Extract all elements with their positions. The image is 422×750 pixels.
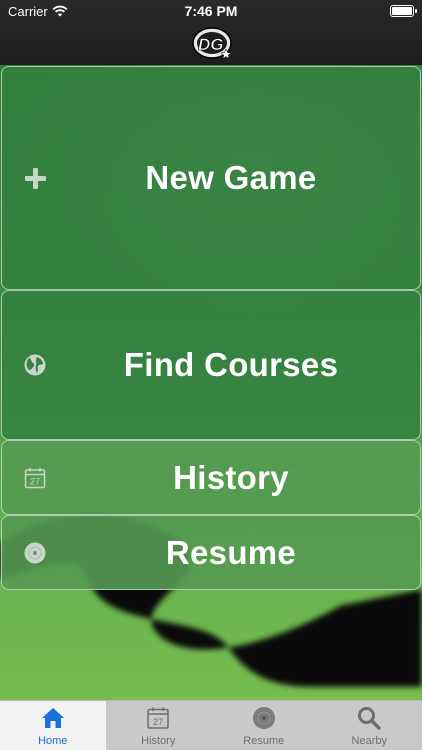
calendar-day-text: 27	[30, 476, 40, 486]
tab-nearby[interactable]: Nearby	[317, 701, 422, 750]
status-time: 7:46 PM	[184, 3, 238, 19]
disc-icon	[252, 707, 275, 729]
tab-resume-label: Resume	[243, 735, 285, 747]
tab-history[interactable]: 27 History	[106, 701, 212, 750]
tab-home-label: Home	[38, 735, 68, 747]
new-game-label: New Game	[145, 159, 317, 196]
tab-bar: Home 27 History Resume Nearby	[0, 700, 422, 750]
top-bar: Carrier 7:46 PM DG	[0, 0, 422, 65]
battery-icon	[390, 5, 417, 17]
resume-label: Resume	[165, 533, 297, 571]
find-courses-button[interactable]: Find Courses	[1, 290, 421, 440]
calendar-icon: 27	[147, 707, 169, 729]
tab-history-label: History	[141, 735, 176, 747]
app-logo: DG	[192, 27, 232, 60]
history-label: History	[173, 458, 289, 496]
status-bar: Carrier 7:46 PM	[0, 0, 422, 24]
home-icon	[41, 708, 64, 728]
find-courses-label: Find Courses	[123, 346, 339, 383]
tab-home[interactable]: Home	[0, 701, 106, 750]
search-icon	[358, 707, 381, 730]
resume-button[interactable]: Resume	[1, 515, 421, 590]
history-button[interactable]: 27 History	[1, 440, 421, 515]
tab-calendar-day-text: 27	[153, 717, 163, 727]
tab-resume[interactable]: Resume	[211, 701, 317, 750]
new-game-button[interactable]: New Game	[1, 66, 421, 290]
tab-nearby-label: Nearby	[351, 735, 387, 747]
logo-text: DG	[198, 35, 224, 54]
